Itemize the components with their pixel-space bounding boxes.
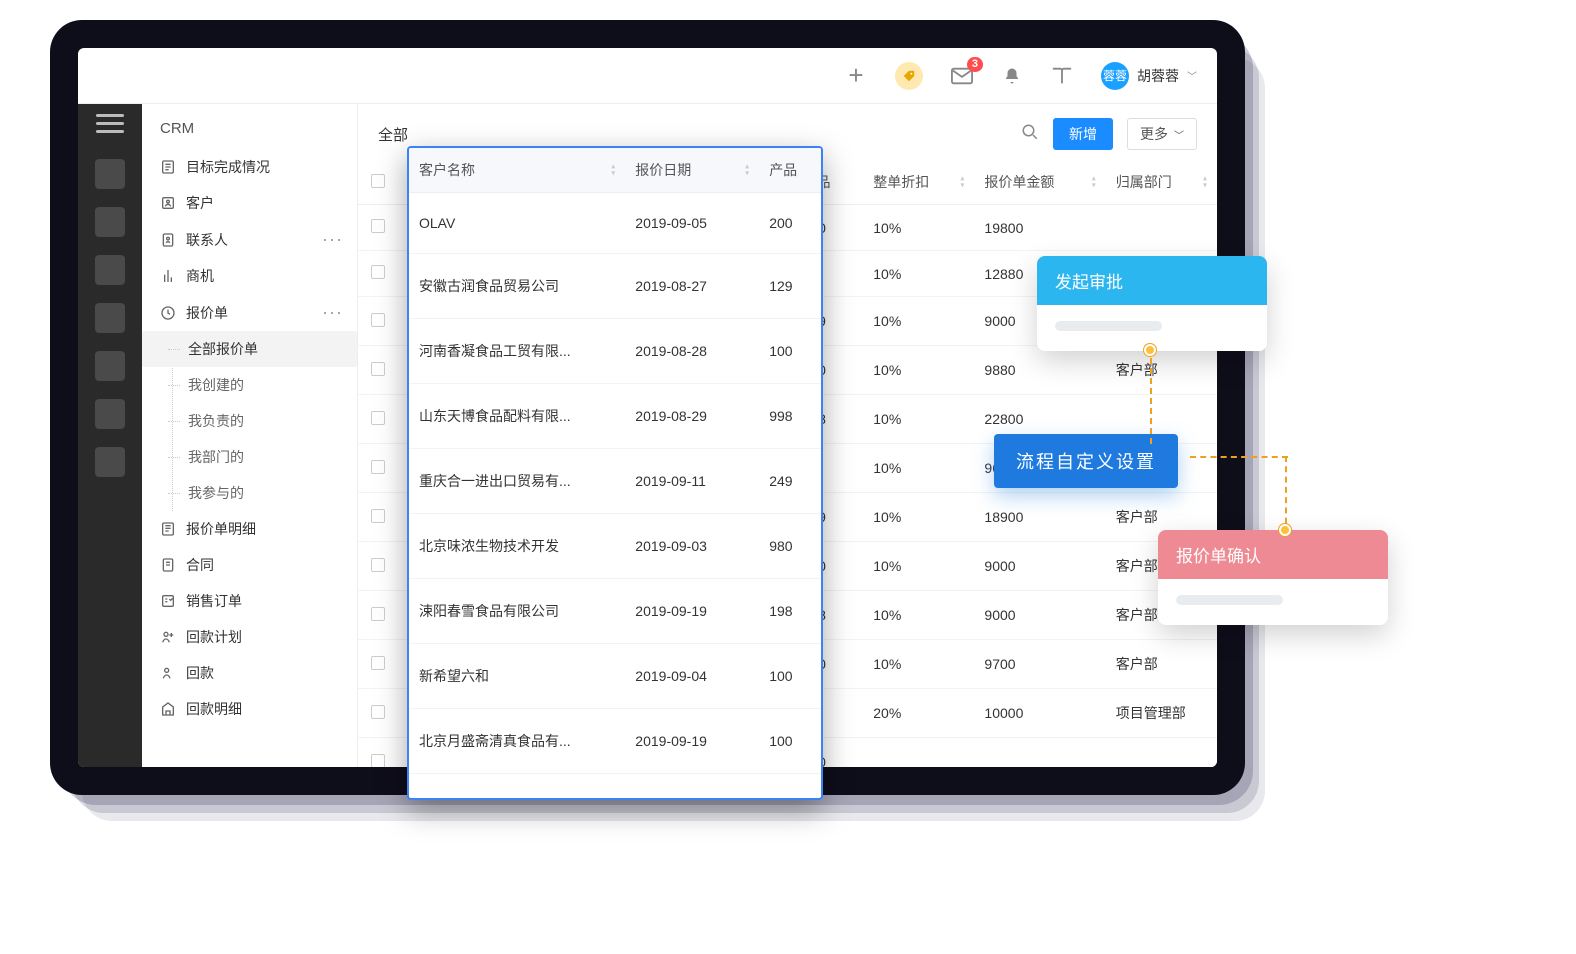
placeholder-line [1055,321,1162,331]
sidebar-title: CRM [142,116,357,149]
sidebar-item-contracts[interactable]: 合同 [142,547,357,583]
row-checkbox[interactable] [371,265,385,279]
row-checkbox[interactable] [371,362,385,376]
sidebar-sub-my-owned[interactable]: 我负责的 [188,403,357,439]
sidebar-sub-quotes: 全部报价单 我创建的 我负责的 我部门的 我参与的 [142,331,357,511]
chevron-down-icon: ﹀ [1187,68,1197,83]
bell-icon[interactable] [1001,65,1023,87]
connector-line [1150,348,1152,444]
highlight-panel: 客户名称 报价日期 产品 OLAV2019-09-05200安徽古润食品贸易公司… [407,146,823,800]
sidebar-item-contacts[interactable]: 联系人 ··· [142,221,357,258]
sidebar-item-opportunities[interactable]: 商机 [142,258,357,294]
sidebar-sub-my-created[interactable]: 我创建的 [188,367,357,403]
docs-icon[interactable] [1051,65,1073,87]
sidebar-item-quotes[interactable]: 报价单 ··· [142,294,357,331]
sidebar-item-goals[interactable]: 目标完成情况 [142,149,357,185]
more-button[interactable]: 更多 ﹀ [1127,118,1197,150]
workflow-card-start: 发起审批 [1037,256,1267,351]
table-row[interactable]: 北京味浓生物技术开发2019-09-03980 [409,514,821,579]
chevron-down-icon: ﹀ [1174,127,1184,142]
row-checkbox[interactable] [371,754,385,768]
sidebar: CRM 目标完成情况 客户 联系人 ··· 商机 [142,104,358,767]
sidebar-item-sales-orders[interactable]: 销售订单 [142,583,357,619]
row-checkbox[interactable] [371,656,385,670]
row-checkbox[interactable] [371,460,385,474]
connector-line [1190,456,1288,458]
sidebar-item-customers[interactable]: 客户 [142,185,357,221]
search-icon[interactable] [1021,123,1039,146]
row-checkbox[interactable] [371,219,385,233]
rail-item[interactable] [95,303,125,333]
more-icon[interactable]: ··· [322,229,343,250]
connector-dot [1144,344,1156,356]
table-row[interactable]: 重庆合一进出口贸易有...2019-09-11249 [409,449,821,514]
row-checkbox[interactable] [371,313,385,327]
table-row[interactable]: 山东天博食品配料有限...2019-08-29998 [409,384,821,449]
connector-dot [1279,524,1291,536]
row-checkbox[interactable] [371,705,385,719]
notification-badge: 3 [967,57,983,72]
sidebar-item-payment-plan[interactable]: 回款计划 [142,619,357,655]
row-checkbox[interactable] [371,558,385,572]
rail-item[interactable] [95,255,125,285]
sidebar-sub-my-dept[interactable]: 我部门的 [188,439,357,475]
more-icon[interactable]: ··· [322,302,343,323]
user-name: 胡蓉蓉 [1137,66,1179,86]
table-row[interactable]: 北京月盛斋清真食品有...2019-09-19100 [409,709,821,774]
filter-tab-all[interactable]: 全部 [378,124,408,145]
rail-item[interactable] [95,159,125,189]
table-row[interactable]: OLAV2019-09-05200 [409,193,821,254]
table-row[interactable]: 安徽古润食品贸易公司2019-08-27129 [409,254,821,319]
tag-icon[interactable] [895,62,923,90]
row-checkbox[interactable] [371,607,385,621]
topbar: 3 蓉蓉 胡蓉蓉 ﹀ [78,48,1217,104]
avatar: 蓉蓉 [1101,62,1129,90]
new-button[interactable]: 新增 [1053,118,1113,150]
card-title: 报价单确认 [1158,530,1388,579]
table-row[interactable]: 河南香凝食品工贸有限...2019-08-28100 [409,319,821,384]
hamburger-icon[interactable] [96,114,124,133]
inbox-icon[interactable]: 3 [951,65,973,87]
sidebar-sub-all-quotes[interactable]: 全部报价单 [142,331,357,367]
card-title: 发起审批 [1037,256,1267,305]
rail-item[interactable] [95,207,125,237]
table-row[interactable]: 涑阳春雪食品有限公司2019-09-19198 [409,579,821,644]
row-checkbox[interactable] [371,411,385,425]
rail-item[interactable] [95,399,125,429]
sidebar-item-payment[interactable]: 回款 [142,655,357,691]
sidebar-sub-participated[interactable]: 我参与的 [188,475,357,511]
rail-item[interactable] [95,447,125,477]
placeholder-line [1176,595,1283,605]
user-menu[interactable]: 蓉蓉 胡蓉蓉 ﹀ [1101,62,1197,90]
sidebar-item-quote-details[interactable]: 报价单明细 [142,511,357,547]
connector-line [1285,456,1287,534]
nav-rail [78,104,142,767]
add-icon[interactable] [845,65,867,87]
checkbox-all[interactable] [371,174,385,188]
sidebar-item-payment-detail[interactable]: 回款明细 [142,691,357,727]
row-checkbox[interactable] [371,509,385,523]
workflow-card-confirm: 报价单确认 [1158,530,1388,625]
rail-item[interactable] [95,351,125,381]
table-row[interactable]: 新希望六和2019-09-04100 [409,644,821,709]
